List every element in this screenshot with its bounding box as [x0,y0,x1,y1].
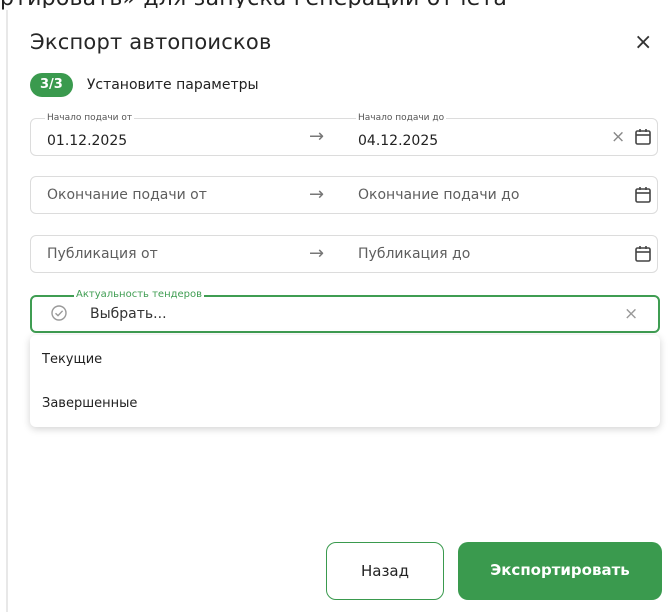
back-button[interactable]: Назад [326,542,444,600]
step-label: Установите параметры [86,77,259,93]
option-completed[interactable]: Завершенные [42,396,137,411]
relevance-dropdown: Текущие Завершенные [30,335,660,427]
submission-end-range: Окончание подачи от → Окончание подачи д… [30,176,658,214]
relevance-placeholder: Выбрать... [90,306,167,322]
submission-start-from-input[interactable]: 01.12.2025 [47,123,127,159]
step-badge: 3/3 [30,73,73,97]
publication-to-input[interactable]: Публикация до [358,236,470,272]
submission-start-range: Начало подачи от 01.12.2025 → Начало под… [30,113,658,159]
relevance-select[interactable]: Актуальность тендеров Выбрать... × [30,289,660,333]
submission-start-to-input[interactable]: 04.12.2025 [358,123,438,159]
background-divider [6,10,8,612]
export-button[interactable]: Экспортировать [458,542,662,600]
option-current[interactable]: Текущие [42,352,102,367]
arrow-right-icon: → [309,126,325,147]
arrow-right-icon: → [309,243,325,264]
clear-icon[interactable]: × [624,297,638,331]
submission-start-from-label: Начало подачи от [45,113,135,123]
submission-start-to-label: Начало подачи до [356,113,447,123]
export-modal: Экспорт автопоисков × 3/3 Установите пар… [10,8,672,612]
close-icon[interactable]: × [634,32,652,54]
publication-range: Публикация от → Публикация до [30,235,658,273]
calendar-icon[interactable] [635,186,651,203]
check-circle-icon [51,305,67,321]
submission-end-from-input[interactable]: Окончание подачи от [47,177,207,213]
step-indicator: 3/3 Установите параметры [30,73,259,97]
calendar-icon[interactable] [635,245,651,262]
arrow-right-icon: → [309,184,325,205]
publication-from-input[interactable]: Публикация от [47,236,158,272]
submission-end-to-input[interactable]: Окончание подачи до [358,177,519,213]
clear-icon[interactable]: × [611,119,625,155]
modal-title: Экспорт автопоисков [30,30,272,54]
calendar-icon[interactable] [635,128,651,145]
